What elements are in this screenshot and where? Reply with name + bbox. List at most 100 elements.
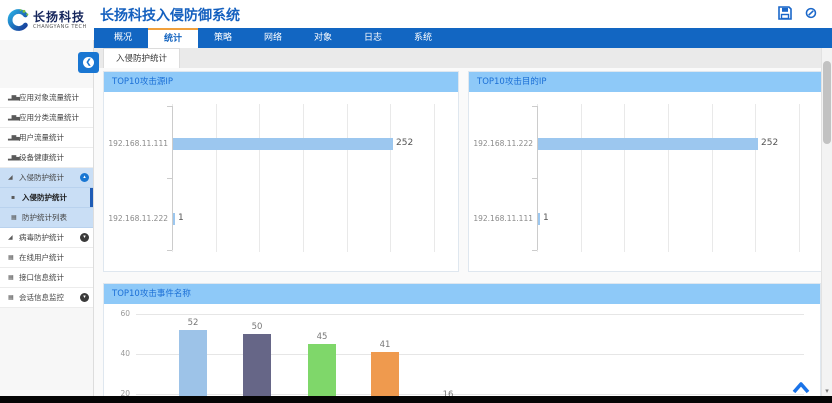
value-label: 45 [302,332,342,342]
bar [371,352,399,396]
gridline [624,104,625,252]
card-top10-attack-dest-ip: TOP10攻击目的IP 192.168.11.222252192.168.11.… [468,71,824,272]
gridline [259,104,260,252]
bar [308,344,336,396]
sidebar-collapse-button[interactable]: ❮ [78,52,99,73]
value-label: 52 [173,318,213,328]
bar [173,213,175,225]
gridline [712,104,713,252]
save-icon[interactable] [776,4,794,22]
sidebar-item-10[interactable]: ▦会话信息监控▾ [0,288,93,308]
y-axis [172,106,173,250]
sidebar-item-3[interactable]: ▂▆▄设备健康统计 [0,148,93,168]
sidebar-item-label: 应用分类流量统计 [19,112,89,123]
logo-text: 长扬科技 [33,11,87,23]
expand-circle-icon[interactable]: ▾ [80,233,89,242]
area-chart-icon: ◢ [8,234,19,241]
sidebar-item-label: 会话信息监控 [19,292,80,303]
sidebar-item-label: 入侵防护统计 [22,192,89,203]
value-label: 1 [178,213,184,223]
sidebar-item-0[interactable]: ▂▆▄应用对象流量统计 [0,88,93,108]
sidebar-item-9[interactable]: ▦接口信息统计 [0,268,93,288]
nav-tab-2[interactable]: 策略 [198,28,248,48]
gridline [668,104,669,252]
vertical-scrollbar[interactable]: ▾ [821,48,832,396]
category-label: 192.168.11.111 [104,139,168,148]
gridline [347,104,348,252]
value-label: 50 [237,322,277,332]
nav-tab-1[interactable]: 统计 [148,28,198,48]
category-label: 192.168.11.222 [469,139,533,148]
chevron-up-icon [792,381,810,395]
card-top10-attack-source-ip: TOP10攻击源IP 192.168.11.111252192.168.11.2… [103,71,459,272]
hbar-chart-source-ip: 192.168.11.111252192.168.11.2221 [104,92,458,271]
sidebar-item-8[interactable]: ▦在线用户统计 [0,248,93,268]
value-label: 252 [396,138,413,148]
sidebar-item-5[interactable]: ▪入侵防护统计 [0,188,93,208]
sidebar-item-label: 在线用户统计 [19,252,89,263]
bar-chart-icon: ▂▆▄ [8,134,19,141]
bar [538,213,540,225]
sidebar-item-label: 防护统计列表 [22,212,89,223]
table-icon: ▦ [8,274,19,281]
nav-tab-3[interactable]: 网络 [248,28,298,48]
y-axis [537,106,538,250]
collapse-circle-icon[interactable]: ▴ [80,173,89,182]
main-content: TOP10攻击源IP 192.168.11.111252192.168.11.2… [94,68,824,396]
logo-c-icon [6,8,30,32]
sidebar-item-4[interactable]: ◢入侵防护统计▴ [0,168,93,188]
gridline [136,314,804,315]
sidebar-item-label: 病毒防护统计 [19,232,80,243]
nav-tab-0[interactable]: 概况 [98,28,148,48]
area-chart-icon: ◢ [8,174,19,181]
gridline [390,104,391,252]
value-label: 41 [365,340,405,350]
chevron-left-circle-icon: ❮ [83,57,94,68]
sidebar-item-1[interactable]: ▂▆▄应用分类流量统计 [0,108,93,128]
gridline [136,354,804,355]
expand-circle-icon[interactable]: ▾ [80,293,89,302]
bar-chart-icon: ▂▆▄ [8,114,19,121]
sidebar-item-2[interactable]: ▂▆▄用户流量统计 [0,128,93,148]
square-icon: ▪ [11,194,22,201]
sidebar-item-label: 接口信息统计 [19,272,89,283]
bar-chart-icon: ▂▆▄ [8,154,19,161]
back-to-top-button[interactable] [792,380,810,394]
y-tick-label: 60 [108,309,130,318]
gridline [216,104,217,252]
gridline [303,104,304,252]
scrollbar-down-arrow[interactable]: ▾ [822,387,832,395]
card-title: TOP10攻击事件名称 [104,284,820,304]
app-window: 长扬科技入侵防御系统 ⊘ [0,0,832,403]
axis-tick [532,250,537,251]
nav-tab-5[interactable]: 日志 [348,28,398,48]
sidebar-item-label: 设备健康统计 [19,152,89,163]
bar-chart-icon: ▂▆▄ [8,94,19,101]
axis-tick [532,106,537,107]
axis-tick [532,178,537,179]
axis-tick [167,178,172,179]
card-title: TOP10攻击目的IP [469,72,823,92]
gridline [136,394,804,395]
category-label: 192.168.11.111 [469,214,533,223]
gridline [755,104,756,252]
subtab-strip: 入侵防护统计 [94,48,821,68]
bar [538,138,758,150]
top-header: 长扬科技入侵防御系统 ⊘ [0,0,832,28]
subtab-intrusion-stats[interactable]: 入侵防护统计 [103,48,180,68]
table-icon: ▦ [11,214,22,221]
nav-tab-6[interactable]: 系统 [398,28,448,48]
axis-tick [167,106,172,107]
sidebar-item-label: 入侵防护统计 [19,172,80,183]
block-icon[interactable]: ⊘ [802,4,820,22]
sidebar-item-7[interactable]: ◢病毒防护统计▾ [0,228,93,248]
card-top10-attack-event-name: TOP10攻击事件名称 6040205250454116 [103,283,821,396]
vbar-chart-event-name: 6040205250454116 [104,304,820,396]
page-title: 长扬科技入侵防御系统 [100,5,240,25]
bar [179,330,207,396]
bar [243,334,271,396]
sidebar-item-6[interactable]: ▦防护统计列表 [0,208,93,228]
nav-tab-4[interactable]: 对象 [298,28,348,48]
logo-subtext: CHANGYANG TECH [33,25,87,30]
scrollbar-thumb[interactable] [823,61,831,144]
